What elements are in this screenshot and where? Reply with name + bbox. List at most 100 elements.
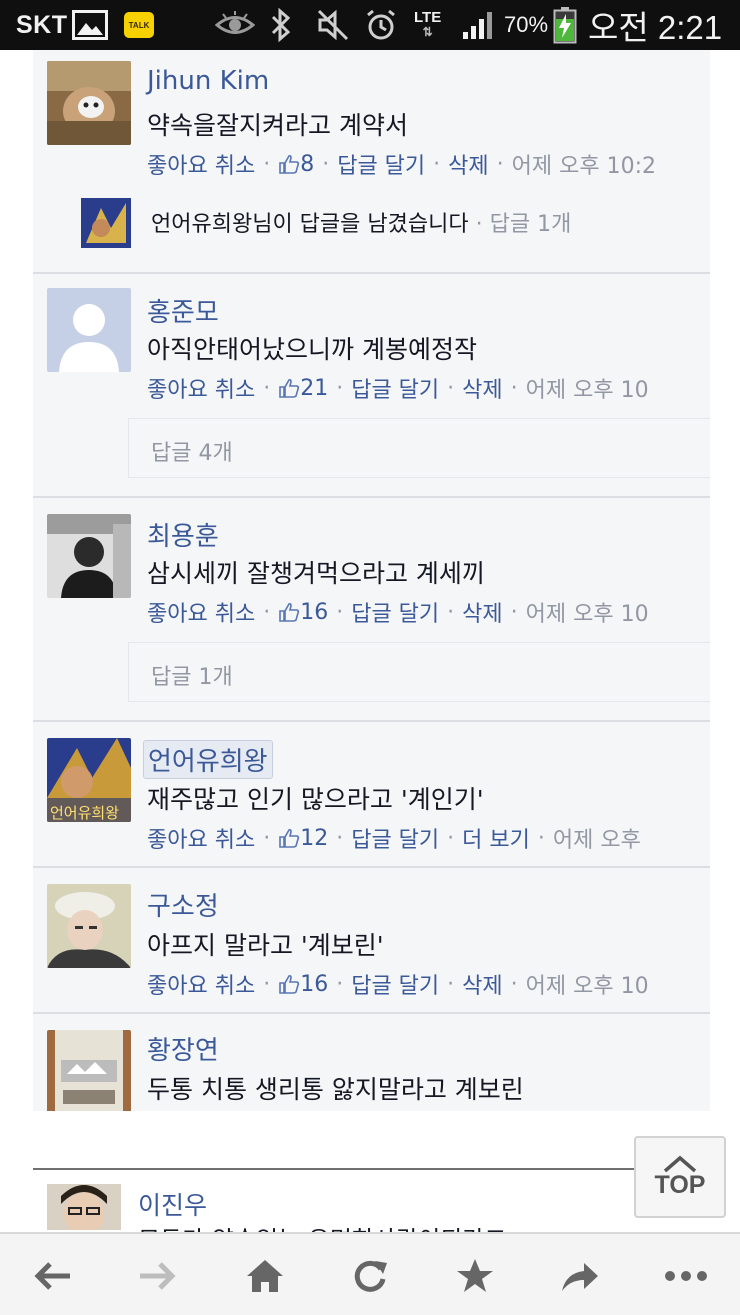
comment-item: 홍준모 아직안태어났으니까 계봉예정작 좋아요 취소 · 21 · 답글 달기 …: [33, 274, 710, 496]
back-icon[interactable]: [30, 1254, 74, 1298]
separator-dot: ·: [537, 825, 545, 851]
reply-count-box[interactable]: 답글 1개: [128, 642, 710, 702]
network-indicator: LTE ⇅: [414, 0, 441, 50]
thumbs-up-icon: [279, 378, 300, 398]
timestamp[interactable]: 어제 오후: [553, 822, 641, 854]
kakaotalk-icon: TALK: [124, 0, 154, 50]
separator-dot: ·: [263, 971, 271, 997]
timestamp[interactable]: 어제 오후 10: [526, 372, 649, 404]
kakaotalk-label: TALK: [124, 12, 154, 38]
separator-dot: ·: [336, 599, 344, 625]
comment-text: 두통 치통 생리통 앓지말라고 계보린: [147, 1075, 524, 1104]
timestamp[interactable]: 어제 오후 10:2: [512, 148, 656, 180]
comment-text: 아직안태어났으니까 계봉예정작: [147, 335, 477, 364]
reply-link[interactable]: 답글 달기: [351, 968, 439, 1000]
delete-link[interactable]: 삭제: [462, 596, 502, 628]
comment-item: 구소정 아프지 말라고 '계보린' 좋아요 취소 · 16 · 답글 달기 · …: [33, 868, 710, 1012]
reply-count[interactable]: 답글 4개: [151, 435, 233, 467]
carrier-label: SKT: [16, 10, 68, 39]
timestamp[interactable]: 어제 오후 10: [526, 596, 649, 628]
avatar[interactable]: [47, 288, 131, 372]
commenter-name[interactable]: 언어유희왕: [143, 740, 273, 779]
reply-count-box[interactable]: 답글 4개: [128, 418, 710, 478]
reload-icon[interactable]: [348, 1254, 392, 1298]
eye-icon: [215, 0, 255, 50]
reply-avatar: [81, 198, 131, 248]
reply-notice: 언어유희왕님이 답글을 남겼습니다: [151, 212, 469, 237]
unlike-link[interactable]: 좋아요 취소: [147, 822, 255, 854]
separator-dot: ·: [336, 375, 344, 401]
scroll-to-top-button[interactable]: TOP: [634, 1136, 726, 1218]
avatar[interactable]: [47, 884, 131, 968]
avatar-caption: 언어유희왕: [50, 804, 119, 822]
delete-link[interactable]: 삭제: [462, 372, 502, 404]
comment-actions: 좋아요 취소 · 21 · 답글 달기 · 삭제 · 어제 오후 10: [147, 372, 649, 404]
share-icon[interactable]: [558, 1254, 602, 1298]
thumbs-up-icon: [279, 154, 300, 174]
bluetooth-icon: [270, 0, 292, 50]
comment-feed[interactable]: Jihun Kim 약속을잘지켜라고 계약서 좋아요 취소 · 8 · 답글 달…: [33, 50, 710, 1111]
separator-dot: ·: [336, 825, 344, 851]
separator-dot: ·: [336, 971, 344, 997]
status-bar: SKT TALK LTE ⇅ 70% 오전 2:21: [0, 0, 740, 50]
separator-dot: ·: [510, 971, 518, 997]
forward-icon[interactable]: [136, 1254, 180, 1298]
avatar[interactable]: [47, 1184, 121, 1230]
commenter-name[interactable]: 홍준모: [147, 292, 219, 329]
signal-icon: [462, 0, 496, 50]
like-count-value: 8: [300, 151, 315, 177]
avatar[interactable]: [47, 1030, 131, 1111]
reply-link[interactable]: 답글 달기: [337, 148, 425, 180]
like-count[interactable]: 16: [278, 600, 328, 625]
like-count[interactable]: 16: [278, 972, 328, 997]
avatar[interactable]: [47, 61, 131, 145]
comment-text: 약속을잘지켜라고 계약서: [147, 111, 408, 140]
like-count[interactable]: 21: [278, 376, 328, 401]
comment-actions: 좋아요 취소 · 16 · 답글 달기 · 삭제 · 어제 오후 10: [147, 596, 649, 628]
delete-link[interactable]: 삭제: [448, 148, 488, 180]
reply-summary[interactable]: 언어유희왕님이 답글을 남겼습니다 · 답글 1개: [81, 194, 710, 250]
browser-toolbar: [0, 1232, 740, 1315]
home-icon[interactable]: [243, 1254, 287, 1298]
like-count-value: 16: [300, 971, 329, 997]
unlike-link[interactable]: 좋아요 취소: [147, 968, 255, 1000]
bookmark-star-icon[interactable]: [453, 1254, 497, 1298]
avatar[interactable]: [47, 514, 131, 598]
commenter-name[interactable]: 이진우: [138, 1186, 207, 1222]
like-count-value: 21: [300, 375, 329, 401]
separator-dot: ·: [263, 375, 271, 401]
separator-dot: ·: [447, 971, 455, 997]
delete-link[interactable]: 삭제: [462, 968, 502, 1000]
commenter-name[interactable]: Jihun Kim: [147, 66, 269, 96]
commenter-name[interactable]: 최용훈: [147, 516, 219, 553]
reply-link[interactable]: 답글 달기: [351, 372, 439, 404]
timestamp[interactable]: 어제 오후 10: [526, 968, 649, 1000]
commenter-name[interactable]: 황장연: [147, 1030, 219, 1067]
reply-link[interactable]: 답글 달기: [351, 822, 439, 854]
like-count[interactable]: 12: [278, 826, 328, 851]
unlike-link[interactable]: 좋아요 취소: [147, 372, 255, 404]
thumbs-up-icon: [279, 828, 300, 848]
gallery-icon: [72, 0, 108, 50]
reply-count[interactable]: 답글 1개: [490, 212, 572, 237]
separator-dot: ·: [447, 599, 455, 625]
separator-dot: ·: [510, 599, 518, 625]
comment-item: Jihun Kim 약속을잘지켜라고 계약서 좋아요 취소 · 8 · 답글 달…: [33, 50, 710, 272]
unlike-link[interactable]: 좋아요 취소: [147, 148, 255, 180]
comment-actions: 좋아요 취소 · 12 · 답글 달기 · 더 보기 · 어제 오후: [147, 822, 641, 854]
more-link[interactable]: 더 보기: [462, 822, 530, 854]
comment-item: 언어유희왕 언어유희왕 재주많고 인기 많으라고 '계인기' 좋아요 취소 · …: [33, 722, 710, 866]
separator-dot: ·: [263, 825, 271, 851]
unlike-link[interactable]: 좋아요 취소: [147, 596, 255, 628]
comment-actions: 좋아요 취소 · 8 · 답글 달기 · 삭제 · 어제 오후 10:2: [147, 148, 656, 180]
battery-icon: [553, 0, 577, 50]
avatar[interactable]: 언어유희왕: [47, 738, 131, 822]
separator-dot: ·: [322, 151, 330, 177]
reply-count[interactable]: 답글 1개: [151, 659, 233, 691]
more-icon[interactable]: [664, 1254, 708, 1298]
data-arrows-icon: ⇅: [422, 25, 433, 39]
commenter-name[interactable]: 구소정: [147, 886, 219, 923]
alarm-icon: [364, 0, 398, 50]
like-count[interactable]: 8: [278, 152, 314, 177]
reply-link[interactable]: 답글 달기: [351, 596, 439, 628]
